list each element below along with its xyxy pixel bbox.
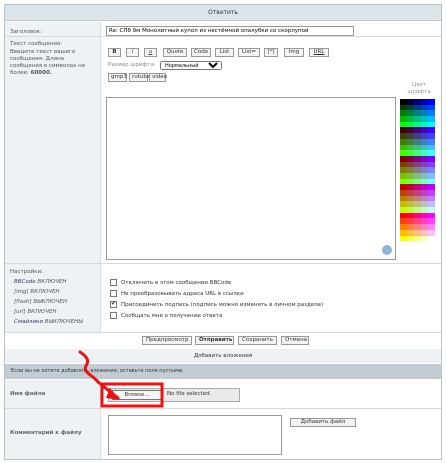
resize-grip-icon[interactable] <box>382 245 392 255</box>
disable-urls-checkbox[interactable] <box>110 290 117 297</box>
file-name-label: Имя файла <box>10 391 46 397</box>
add-file-button[interactable]: Добавить файл <box>290 418 356 427</box>
submit-button[interactable]: Отправить <box>195 336 234 345</box>
setting-name: [flash] <box>14 299 32 305</box>
file-input[interactable]: Browse... No file selected. <box>108 388 240 402</box>
color-swatch[interactable] <box>414 235 421 242</box>
row-divider <box>5 332 441 333</box>
setting-name: BBCode <box>14 279 36 285</box>
notify-reply-label: Сообщать мне о получении ответа <box>121 313 223 319</box>
color-palette[interactable] <box>400 99 435 247</box>
list-numbered-button[interactable]: List= <box>238 48 260 57</box>
color-swatch[interactable] <box>400 235 407 242</box>
setting-state: ВКЛЮЧЕН <box>37 279 67 285</box>
notify-reply-checkbox[interactable] <box>110 312 117 319</box>
setting-state: ВКЛЮЧЕН <box>27 309 57 315</box>
video-button[interactable]: video <box>149 73 167 82</box>
row-divider <box>5 36 441 37</box>
disable-bbcode-label: Отключить в этом сообщении BBCode <box>121 280 232 286</box>
file-comment-label: Комментарий к файлу <box>10 430 82 436</box>
browse-button[interactable]: Browse... <box>112 390 162 400</box>
disable-urls-label: Не преобразовывать адреса URL в ссылки <box>121 291 244 297</box>
setting-state: ВЫКЛЮЧЕНЫ <box>44 319 83 325</box>
bold-button[interactable]: B <box>108 48 121 57</box>
setting-name: [url] <box>14 309 26 315</box>
quote-button[interactable]: Quote <box>163 48 187 57</box>
setting-name: Смайлики <box>14 319 43 325</box>
gmp3-button[interactable]: gmp3 <box>108 73 127 82</box>
save-button[interactable]: Сохранить <box>238 336 277 345</box>
attach-signature-checkbox[interactable] <box>110 300 117 308</box>
setting-state: ВКЛЮЧЕН <box>30 289 60 295</box>
rutube-button[interactable]: rutube <box>129 73 150 82</box>
file-comment-textarea[interactable] <box>108 415 282 455</box>
color-swatch[interactable] <box>428 235 435 242</box>
italic-button[interactable]: i <box>126 48 139 57</box>
cancel-button[interactable]: Отмена <box>281 336 309 345</box>
preview-button[interactable]: Предпросмотр <box>142 336 192 345</box>
bbcode-status: BBCode ВКЛЮЧЕН <box>14 279 67 285</box>
list-item-button[interactable]: [*] <box>264 48 278 57</box>
message-hint: Введите текст вашего сообщения. Длина со… <box>10 49 96 77</box>
code-button[interactable]: Code <box>191 48 211 57</box>
disable-bbcode-checkbox[interactable] <box>110 279 117 286</box>
flash-status: [flash] ВЫКЛЮЧЕН <box>14 299 67 305</box>
url-button[interactable]: URL <box>309 48 329 57</box>
message-limit: 60000. <box>30 70 52 76</box>
row-divider <box>5 408 441 409</box>
attachments-title: Добавить вложения <box>5 349 441 363</box>
setting-state: ВЫКЛЮЧЕН <box>33 299 67 305</box>
img-status: [img] ВКЛЮЧЕН <box>14 289 60 295</box>
list-button[interactable]: List <box>215 48 234 57</box>
row-divider <box>5 263 441 264</box>
font-color-label: Цвет шрифта <box>407 82 431 95</box>
font-size-select[interactable]: Нормальный <box>160 61 222 70</box>
setting-name: [img] <box>14 289 29 295</box>
message-textarea[interactable] <box>106 97 396 260</box>
settings-label: Настройки: <box>10 269 43 275</box>
underline-button[interactable]: u <box>144 48 157 57</box>
attach-signature-label: Присоединить подпись (подпись можно изме… <box>121 302 324 308</box>
subject-label: Заголовок: <box>10 29 42 35</box>
img-button[interactable]: Img <box>284 48 304 57</box>
color-swatch[interactable] <box>407 235 414 242</box>
color-swatch[interactable] <box>421 235 428 242</box>
no-file-text: No file selected. <box>167 391 212 397</box>
font-size-label: Размер шрифта: <box>108 62 156 68</box>
attachments-hint: Если вы не хотите добавлять вложения, ос… <box>5 364 441 379</box>
form-title: Ответить <box>5 5 441 21</box>
message-label: Текст сообщения: <box>10 41 63 47</box>
subject-input[interactable] <box>106 26 354 36</box>
smilies-status: Смайлики ВЫКЛЮЧЕНЫ <box>14 319 83 325</box>
url-status: [url] ВКЛЮЧЕН <box>14 309 56 315</box>
